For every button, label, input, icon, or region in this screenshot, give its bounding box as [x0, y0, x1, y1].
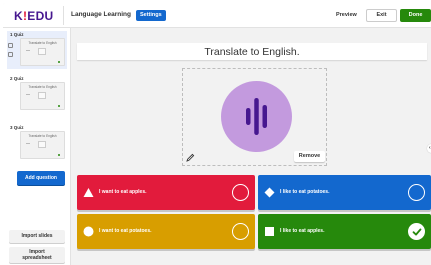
thumbnail-dash [26, 50, 30, 51]
header-divider [63, 6, 64, 25]
import-spreadsheet-button[interactable]: Import spreadsheet [9, 247, 65, 263]
slide-item-3[interactable]: 3 Quiz Translate to English [7, 124, 67, 162]
logo[interactable]: K!EDU [14, 9, 54, 23]
answer-option-3[interactable]: I want to eat potatoes. [77, 214, 255, 249]
slide-tools [8, 43, 13, 61]
answer-option-2[interactable]: I like to eat potatoes. [258, 175, 431, 210]
checkmark-icon [412, 228, 421, 235]
import-slides-button[interactable]: Import slides [9, 230, 65, 243]
media-area[interactable]: Remove [182, 68, 327, 166]
remove-media-button[interactable]: Remove [294, 151, 325, 162]
add-question-button[interactable]: Add question [17, 171, 65, 185]
thumbnail-dash [26, 94, 30, 95]
thumbnail-title: Translate to English [28, 134, 57, 138]
sound-wave-icon [221, 81, 292, 152]
thumbnail-correct-dot [58, 154, 60, 156]
correct-toggle[interactable] [232, 223, 249, 240]
answer-text: I want to eat potatoes. [99, 228, 152, 234]
question-text: Translate to English. [204, 46, 300, 58]
slide-number: 3 Quiz [10, 125, 24, 130]
answer-text: I like to eat apples. [280, 228, 325, 234]
preview-button[interactable]: Preview [336, 12, 357, 18]
correct-toggle-checked[interactable] [408, 223, 425, 240]
chevron-left-icon: ‹ [429, 145, 431, 151]
diamond-icon [264, 187, 275, 198]
thumbnail-media-icon [38, 141, 46, 148]
exit-button[interactable]: Exit [366, 9, 397, 22]
thumbnail-correct-dot [58, 105, 60, 107]
answer-text: I want to eat apples. [99, 189, 147, 195]
app-window: K!EDU Language Learning Settings Preview… [3, 3, 431, 265]
edit-pencil-icon[interactable] [186, 153, 195, 162]
slide-item-1[interactable]: 1 Quiz Translate to English [7, 31, 67, 69]
slide-item-2[interactable]: 2 Quiz Translate to English [7, 75, 67, 113]
document-title[interactable]: Language Learning [71, 11, 131, 18]
panel-toggle[interactable]: ‹ [427, 144, 431, 153]
slide-thumbnail: Translate to English [20, 82, 65, 110]
question-title-field[interactable]: Translate to English. [77, 43, 427, 60]
thumbnail-dash [26, 143, 30, 144]
thumbnail-media-icon [38, 48, 46, 55]
done-button[interactable]: Done [400, 9, 431, 22]
logo-text: EDU [27, 9, 54, 23]
circle-icon [83, 226, 94, 237]
answer-text: I like to eat potatoes. [280, 189, 330, 195]
sound-wave-graphic [246, 98, 267, 135]
import-spreadsheet-line2: spreadsheet [22, 255, 52, 261]
delete-icon[interactable] [8, 52, 13, 57]
slide-thumbnail: Translate to English [20, 131, 65, 159]
settings-button[interactable]: Settings [136, 10, 166, 21]
slide-thumbnail: Translate to English [20, 38, 65, 66]
slide-number: 2 Quiz [10, 76, 24, 81]
answer-option-4[interactable]: I like to eat apples. [258, 214, 431, 249]
duplicate-icon[interactable] [8, 43, 13, 48]
slide-number: 1 Quiz [10, 32, 24, 37]
thumbnail-title: Translate to English [28, 85, 57, 89]
answer-option-1[interactable]: I want to eat apples. [77, 175, 255, 210]
thumbnail-media-icon [38, 92, 46, 99]
thumbnail-title: Translate to English [28, 41, 57, 45]
logo-k: K [14, 9, 23, 23]
square-icon [265, 227, 274, 236]
top-bar: K!EDU Language Learning Settings Preview… [3, 3, 431, 28]
correct-toggle[interactable] [232, 184, 249, 201]
slides-sidebar: 1 Quiz Translate to English 2 Quiz Trans… [3, 28, 71, 265]
thumbnail-correct-dot [58, 61, 60, 63]
triangle-icon [83, 188, 94, 197]
correct-toggle[interactable] [408, 184, 425, 201]
